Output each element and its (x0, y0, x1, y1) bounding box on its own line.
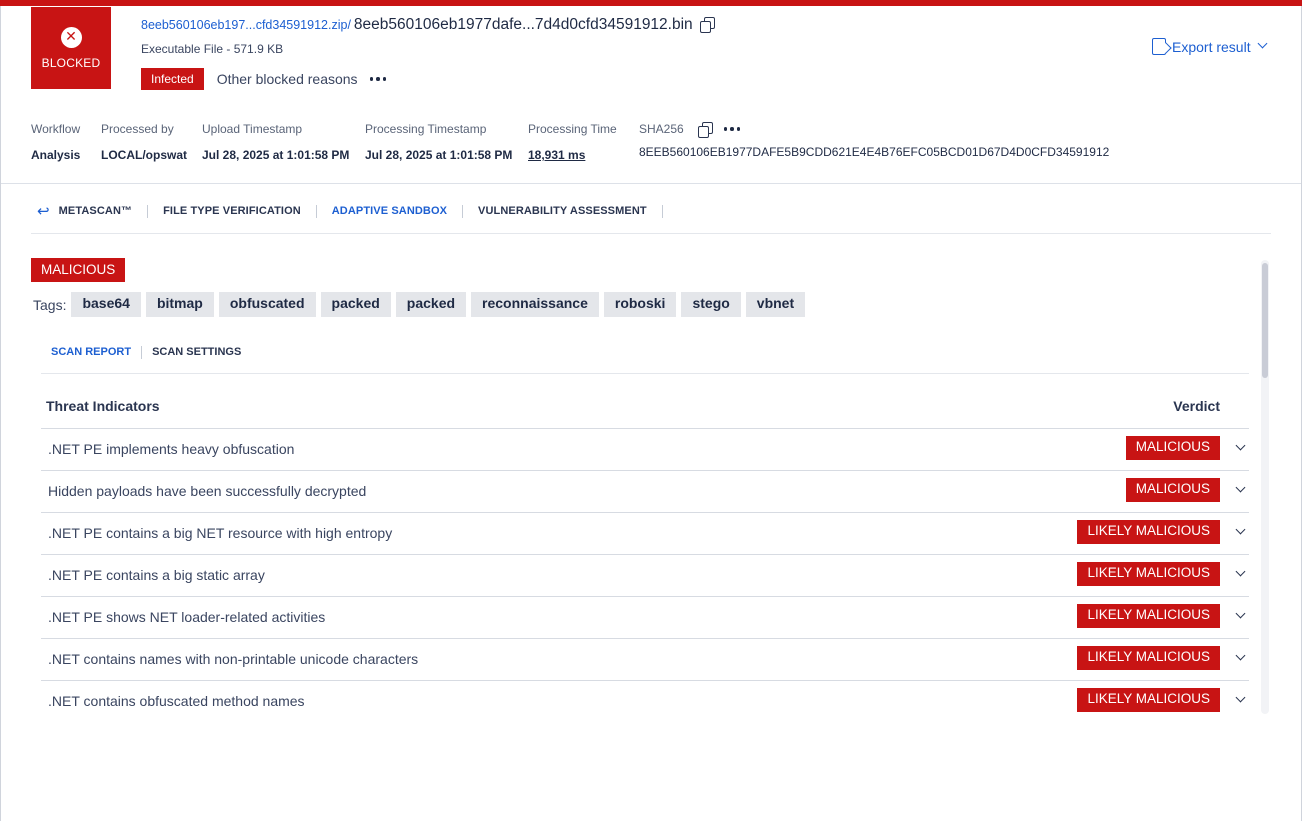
table-row[interactable]: .NET PE contains a big static array LIKE… (41, 555, 1249, 597)
file-type-size: Executable File - 571.9 KB (141, 42, 284, 56)
table-row[interactable]: Hidden payloads have been successfully d… (41, 471, 1249, 513)
chevron-down-icon[interactable] (1235, 566, 1246, 577)
indicator-description: .NET contains obfuscated method names (48, 693, 305, 709)
threat-indicator-list: .NET PE implements heavy obfuscation MAL… (41, 429, 1249, 723)
verdict-badge: LIKELY MALICIOUS (1077, 562, 1220, 586)
processing-time-link[interactable]: 18,931 ms (528, 148, 617, 162)
meta-upload-timestamp: Upload Timestamp Jul 28, 2025 at 1:01:58… (202, 122, 349, 162)
meta-value: LOCAL/opswat (101, 148, 187, 162)
chevron-down-icon[interactable] (1235, 440, 1246, 451)
meta-value: Jul 28, 2025 at 1:01:58 PM (365, 148, 513, 162)
meta-processing-timestamp: Processing Timestamp Jul 28, 2025 at 1:0… (365, 122, 512, 162)
other-blocked-reasons: Other blocked reasons (216, 71, 358, 87)
scrollbar-thumb[interactable] (1262, 263, 1268, 378)
verdict-badge: MALICIOUS (1125, 436, 1220, 460)
copy-icon[interactable] (699, 17, 715, 33)
copy-hash-icon[interactable] (697, 122, 713, 138)
column-verdict: Verdict (1173, 398, 1220, 414)
tab-metascan[interactable]: METASCAN™ (59, 204, 149, 218)
engine-tabs: ↩ METASCAN™ FILE TYPE VERIFICATION ADAPT… (37, 202, 663, 220)
archive-link[interactable]: 8eeb560106eb197...cfd34591912.zip/ (141, 18, 351, 32)
more-options-icon[interactable] (369, 77, 387, 81)
tag-chip: bitmap (145, 292, 214, 317)
divider (31, 233, 1271, 234)
chevron-down-icon[interactable] (1235, 524, 1246, 535)
tag-chip: obfuscated (218, 292, 316, 317)
meta-label: SHA256 (639, 122, 684, 136)
file-path: 8eeb560106eb197...cfd34591912.zip/ 8eeb5… (141, 15, 715, 34)
meta-label: Processed by (101, 122, 174, 136)
tab-scan-settings[interactable]: SCAN SETTINGS (142, 346, 251, 359)
meta-label: Processing Timestamp (365, 122, 487, 136)
meta-label: Upload Timestamp (202, 122, 303, 136)
indicator-description: .NET contains names with non-printable u… (48, 651, 419, 667)
verdict-badge: LIKELY MALICIOUS (1077, 646, 1220, 670)
tag-chip: base64 (71, 292, 141, 317)
file-name: 8eeb560106eb1977dafe...7d4d0cfd34591912.… (353, 16, 693, 33)
verdict-badge: MALICIOUS (1125, 478, 1220, 502)
tag-chip: stego (681, 292, 741, 317)
back-arrow-icon[interactable]: ↩ (37, 202, 50, 220)
tag-chip: packed (395, 292, 467, 317)
tag-chip: packed (320, 292, 391, 317)
infected-badge: Infected (141, 68, 204, 90)
indicator-description: .NET PE implements heavy obfuscation (48, 441, 295, 457)
tags-row: Tags: base64 bitmap obfuscated packed pa… (33, 292, 810, 317)
meta-value: Analysis (31, 148, 81, 162)
tags-label: Tags: (33, 296, 67, 313)
chevron-down-icon[interactable] (1235, 650, 1246, 661)
meta-sha256: SHA256 8EEB560106EB1977DAFE5B9CDD621E4E4… (639, 122, 1109, 159)
export-label: Export result (1172, 38, 1251, 55)
chevron-down-icon[interactable] (1235, 608, 1246, 619)
verdict-badge: MALICIOUS (31, 258, 126, 282)
meta-workflow: Workflow Analysis (31, 122, 80, 162)
tab-file-type-verification[interactable]: FILE TYPE VERIFICATION (148, 204, 317, 218)
tag-chip: vbnet (745, 292, 806, 317)
table-header: Threat Indicators Verdict (41, 386, 1249, 429)
table-row[interactable]: .NET contains obfuscated method names LI… (41, 681, 1249, 723)
divider (1, 183, 1301, 184)
divider (41, 373, 1249, 374)
meta-processed-by: Processed by LOCAL/opswat (101, 122, 187, 162)
meta-label: Processing Time (528, 122, 617, 136)
indicator-description: .NET PE contains a big NET resource with… (48, 525, 393, 541)
status-row: Infected Other blocked reasons (141, 68, 387, 90)
indicator-description: .NET PE contains a big static array (48, 567, 265, 583)
table-row[interactable]: .NET PE contains a big NET resource with… (41, 513, 1249, 555)
meta-processing-time: Processing Time 18,931 ms (528, 122, 617, 162)
tag-chip: roboski (603, 292, 677, 317)
tab-adaptive-sandbox[interactable]: ADAPTIVE SANDBOX (317, 204, 464, 218)
chevron-down-icon (1257, 38, 1268, 49)
blocked-label: BLOCKED (41, 55, 101, 70)
sha256-value: 8EEB560106EB1977DAFE5B9CDD621E4E4B76EFC0… (639, 145, 1110, 159)
chevron-down-icon[interactable] (1235, 482, 1246, 493)
tab-scan-report[interactable]: SCAN REPORT (51, 346, 143, 359)
meta-value: Jul 28, 2025 at 1:01:58 PM (202, 148, 350, 162)
table-row[interactable]: .NET PE implements heavy obfuscation MAL… (41, 429, 1249, 471)
verdict-badge: LIKELY MALICIOUS (1077, 604, 1220, 628)
verdict-badge: LIKELY MALICIOUS (1077, 688, 1220, 712)
table-row[interactable]: .NET contains names with non-printable u… (41, 639, 1249, 681)
indicator-description: .NET PE shows NET loader-related activit… (48, 609, 326, 625)
export-result-button[interactable]: Export result (1152, 38, 1268, 55)
meta-label: Workflow (31, 122, 81, 136)
export-document-icon (1152, 38, 1166, 55)
tag-chip: reconnaissance (471, 292, 599, 317)
table-row[interactable]: .NET PE shows NET loader-related activit… (41, 597, 1249, 639)
indicator-description: Hidden payloads have been successfully d… (48, 483, 367, 499)
blocked-status-tile: ✕ BLOCKED (31, 7, 111, 89)
chevron-down-icon[interactable] (1235, 692, 1246, 703)
hash-options-icon[interactable] (723, 127, 741, 131)
close-circle-icon: ✕ (60, 26, 82, 48)
column-threat-indicators: Threat Indicators (46, 398, 160, 414)
tab-vulnerability-assessment[interactable]: VULNERABILITY ASSESSMENT (463, 204, 663, 218)
verdict-badge: LIKELY MALICIOUS (1077, 520, 1220, 544)
report-subtabs: SCAN REPORT SCAN SETTINGS (51, 346, 251, 359)
